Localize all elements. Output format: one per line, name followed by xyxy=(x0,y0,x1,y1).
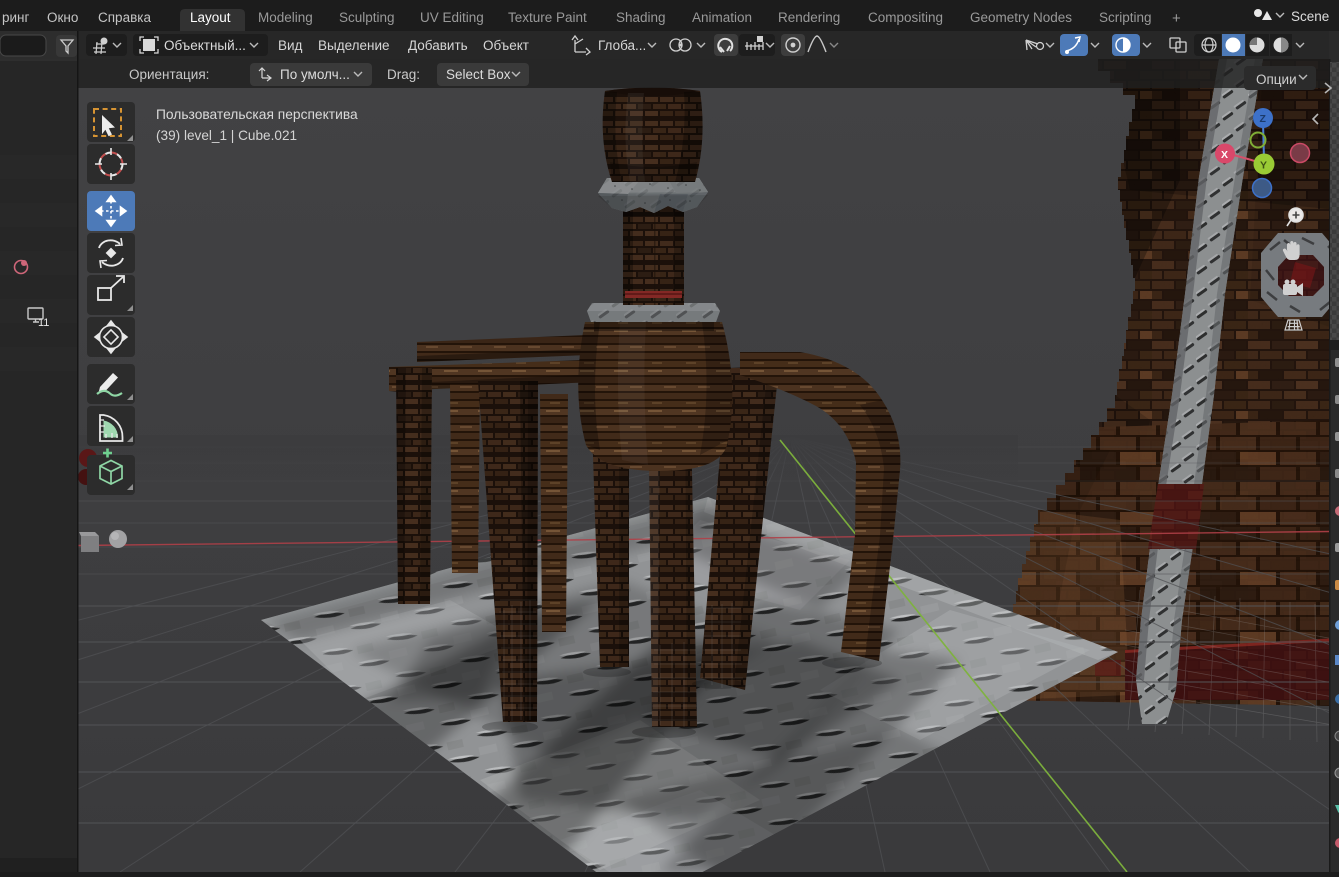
svg-text:UV Editing: UV Editing xyxy=(420,10,484,25)
svg-text:Layout: Layout xyxy=(190,10,231,25)
svg-text:Scripting: Scripting xyxy=(1099,10,1152,25)
svg-text:Выделение: Выделение xyxy=(318,38,390,53)
svg-text:Animation: Animation xyxy=(692,10,752,25)
svg-text:Объект: Объект xyxy=(483,38,529,53)
svg-text:Modeling: Modeling xyxy=(258,10,313,25)
svg-text:Geometry Nodes: Geometry Nodes xyxy=(970,10,1072,25)
svg-text:(39) level_1 | Cube.021: (39) level_1 | Cube.021 xyxy=(156,128,297,143)
svg-text:Rendering: Rendering xyxy=(778,10,840,25)
svg-text:Drag:: Drag: xyxy=(387,67,420,82)
svg-text:X: X xyxy=(1221,149,1228,161)
svg-text:Объектный...: Объектный... xyxy=(164,38,246,53)
svg-text:Окно: Окно xyxy=(47,10,78,25)
svg-text:Texture Paint: Texture Paint xyxy=(508,10,587,25)
svg-text:11: 11 xyxy=(38,317,49,329)
svg-text:Глоба...: Глоба... xyxy=(598,38,646,53)
svg-text:+: + xyxy=(1172,10,1181,27)
svg-text:По умолч...: По умолч... xyxy=(280,67,350,82)
svg-text:Ориентация:: Ориентация: xyxy=(129,67,209,82)
svg-text:ринг: ринг xyxy=(2,10,30,25)
svg-text:Справка: Справка xyxy=(98,10,151,25)
svg-text:Compositing: Compositing xyxy=(868,10,943,25)
svg-text:Sculpting: Sculpting xyxy=(339,10,395,25)
svg-text:Y: Y xyxy=(1260,160,1267,172)
svg-text:Добавить: Добавить xyxy=(408,38,468,53)
svg-text:Scene: Scene xyxy=(1291,9,1329,24)
svg-text:Пользовательская перспектива: Пользовательская перспектива xyxy=(156,107,358,122)
svg-text:Опции: Опции xyxy=(1256,72,1297,87)
svg-text:Shading: Shading xyxy=(616,10,666,25)
svg-text:Z: Z xyxy=(1260,113,1267,125)
svg-text:Вид: Вид xyxy=(278,38,303,53)
svg-text:Select Box: Select Box xyxy=(446,67,511,82)
